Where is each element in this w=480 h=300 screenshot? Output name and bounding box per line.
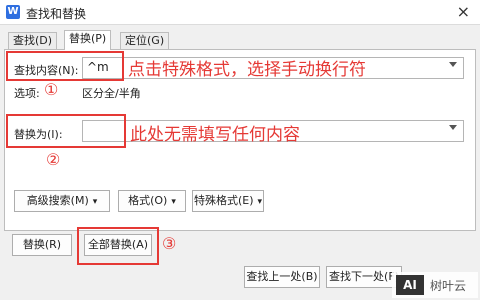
watermark-logo-icon: AI [396,275,424,295]
options-value: 区分全/半角 [82,87,141,100]
title-bar: W 查找和替换 × [0,0,480,25]
special-format-button[interactable]: 特殊格式(E) ▾ [192,190,264,212]
tab-find[interactable]: 查找(D) [8,32,58,49]
find-previous-button[interactable]: 查找上一处(B) [244,266,320,288]
replace-button[interactable]: 替换(R) [12,234,72,256]
step-2-marker: ② [46,150,61,169]
advanced-search-button[interactable]: 高级搜索(M) ▾ [14,190,110,212]
watermark: AI 树叶云 [392,272,478,298]
chevron-down-icon[interactable] [449,62,457,67]
highlight-find-label [6,51,124,81]
chevron-updown-icon: ▾ [92,197,98,207]
tab-goto[interactable]: 定位(G) [120,32,170,49]
watermark-text: 树叶云 [430,279,467,293]
highlight-replace-row [6,114,126,148]
options-label: 选项: [14,87,40,100]
step-3-marker: ③ [162,234,177,253]
find-next-button[interactable]: 查找下一处(F) [326,266,402,288]
format-button[interactable]: 格式(O) ▾ [118,190,186,212]
special-format-label: 特殊格式(E) [193,194,254,207]
advanced-search-label: 高级搜索(M) [26,194,89,207]
annotation-replace-hint: 此处无需填写任何内容 [130,125,300,145]
step-1-marker: ① [44,80,59,99]
chevron-down-icon: ▾ [171,197,176,207]
format-label: 格式(O) [128,194,168,207]
close-icon[interactable]: × [457,2,470,21]
window-title: 查找和替换 [26,7,87,21]
tab-replace[interactable]: 替换(P) [64,30,112,50]
wps-writer-icon: W [6,5,20,19]
highlight-replace-all [77,227,159,265]
chevron-down-icon[interactable] [449,125,457,130]
annotation-find-hint: 点击特殊格式，选择手动换行符 [128,60,366,80]
chevron-down-icon: ▾ [257,197,263,207]
